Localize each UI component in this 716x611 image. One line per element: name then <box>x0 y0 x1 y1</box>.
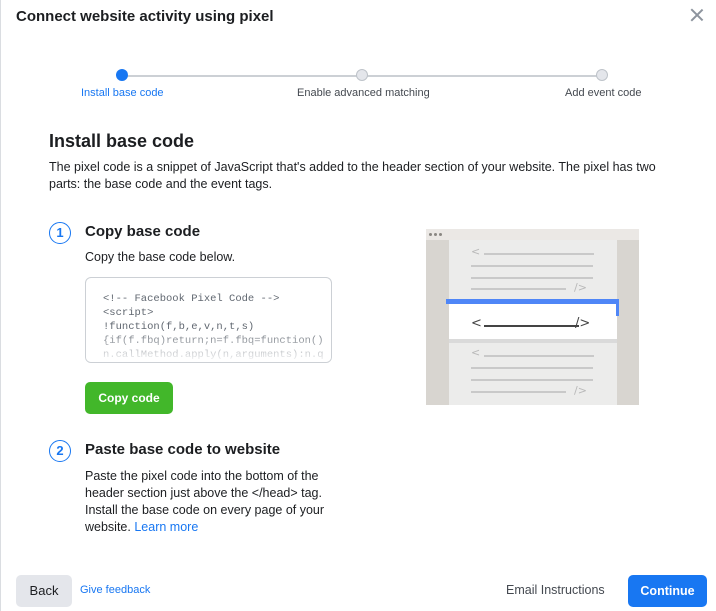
step-dot-enable-advanced-matching[interactable] <box>356 69 368 81</box>
website-header-illustration: < /> < /> < /> <box>426 229 639 405</box>
base-code-snippet[interactable]: <!-- Facebook Pixel Code --> <script> !f… <box>86 278 331 362</box>
step-2-description-block: Paste the pixel code into the bottom of … <box>85 468 335 536</box>
copy-code-button[interactable]: Copy code <box>85 382 173 414</box>
step-2-title: Paste base code to website <box>85 441 281 458</box>
continue-button[interactable]: Continue <box>628 575 707 607</box>
intro-text: The pixel code is a snippet of JavaScrip… <box>49 160 656 191</box>
step-dot-add-event-code[interactable] <box>596 69 608 81</box>
email-instructions-button[interactable]: Email Instructions <box>506 583 605 597</box>
code-bracket-icon-highlighted: < <box>471 316 482 331</box>
back-button[interactable]: Back <box>16 575 72 607</box>
browser-chrome <box>426 229 639 240</box>
highlight-bar <box>446 299 619 304</box>
give-feedback-link[interactable]: Give feedback <box>80 584 150 596</box>
code-close-icon-highlighted: /> <box>575 316 591 331</box>
dialog-footer: Back Give feedback Email Instructions Co… <box>1 561 716 611</box>
step-2-number: 2 <box>49 440 71 462</box>
learn-more-link[interactable]: Learn more <box>134 520 198 534</box>
section-heading: Install base code <box>49 131 195 151</box>
close-icon[interactable] <box>688 6 706 24</box>
dialog-title: Connect website activity using pixel <box>16 8 274 25</box>
step-2-description: Paste the pixel code into the bottom of … <box>85 469 325 534</box>
code-close-icon: /> <box>574 281 587 294</box>
step-dot-install-base-code[interactable] <box>116 69 128 81</box>
step-1-title: Copy base code <box>85 223 201 240</box>
pixel-setup-dialog: Connect website activity using pixel Ins… <box>0 0 716 611</box>
progress-stepper: Install base code Enable advanced matchi… <box>1 68 716 108</box>
step-1-number: 1 <box>49 222 71 244</box>
code-bracket-icon: < <box>471 245 481 258</box>
step-label-add-event-code[interactable]: Add event code <box>565 87 641 99</box>
step-label-enable-advanced-matching[interactable]: Enable advanced matching <box>297 87 430 99</box>
step-1-description: Copy the base code below. <box>85 250 236 264</box>
base-code-box[interactable]: <!-- Facebook Pixel Code --> <script> !f… <box>85 277 332 363</box>
step-label-install-base-code[interactable]: Install base code <box>81 87 164 99</box>
